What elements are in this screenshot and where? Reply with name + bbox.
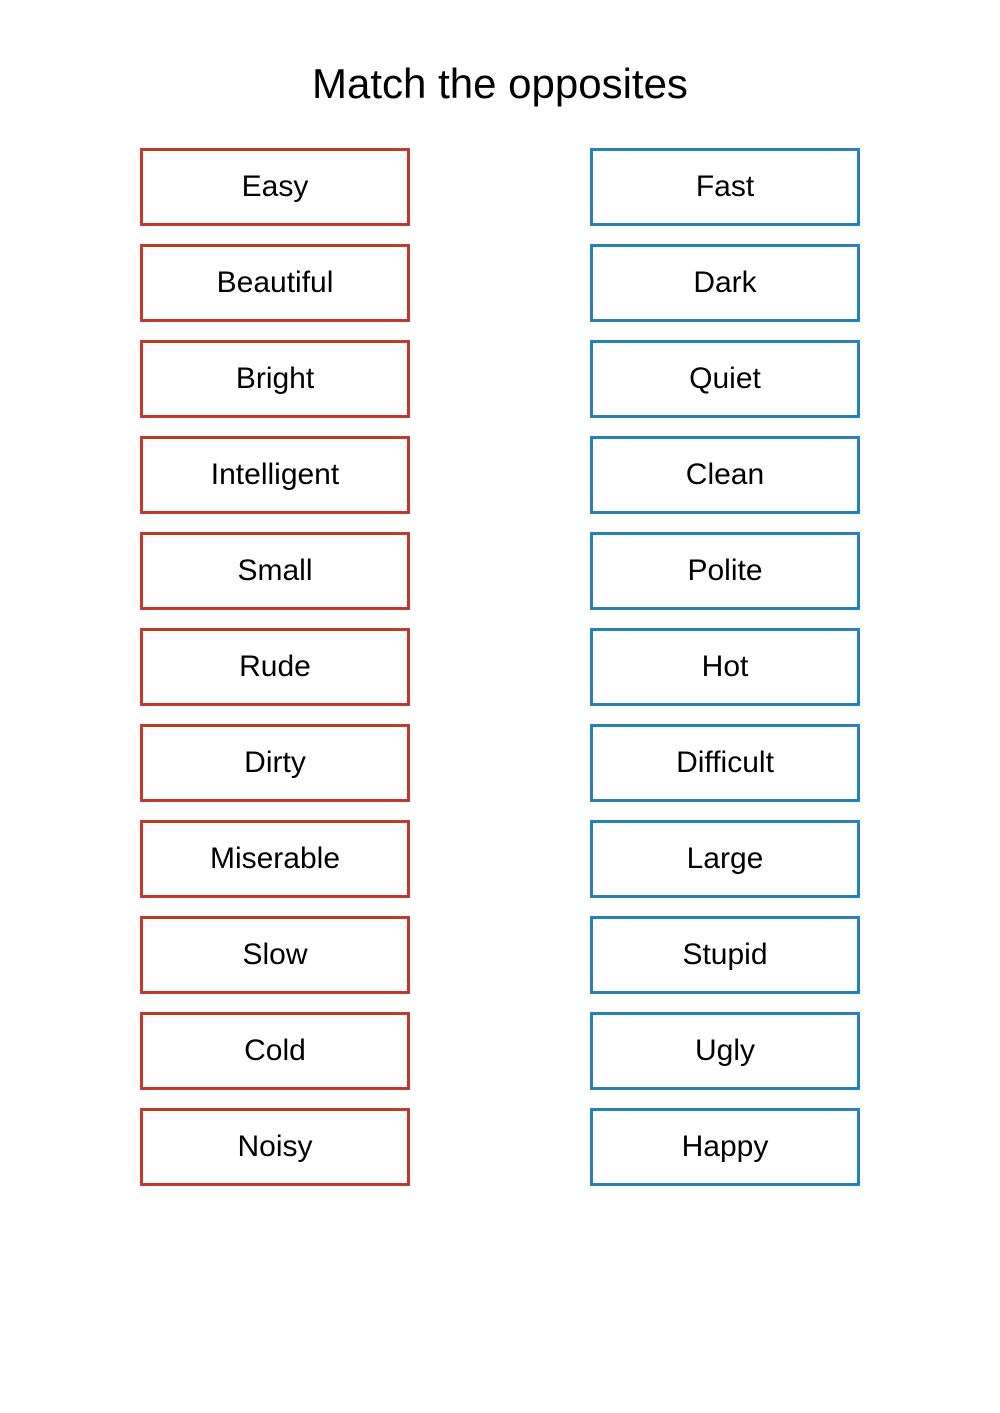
left-word-box[interactable]: Slow: [140, 916, 410, 994]
match-columns: Easy Beautiful Bright Intelligent Small Rude D…: [40, 148, 960, 1186]
left-word-box[interactable]: Bright: [140, 340, 410, 418]
right-word-box[interactable]: Clean: [590, 436, 860, 514]
right-word-box[interactable]: Difficult: [590, 724, 860, 802]
left-word-box[interactable]: Beautiful: [140, 244, 410, 322]
right-word-box[interactable]: Large: [590, 820, 860, 898]
left-word-box[interactable]: Cold: [140, 1012, 410, 1090]
right-word-box[interactable]: Ugly: [590, 1012, 860, 1090]
left-word-box[interactable]: Easy: [140, 148, 410, 226]
left-word-box[interactable]: Intelligent: [140, 436, 410, 514]
left-column: Easy Beautiful Bright Intelligent Small Rude D…: [140, 148, 410, 1186]
left-word-box[interactable]: Small: [140, 532, 410, 610]
page-title: Match the opposites: [312, 60, 688, 108]
right-word-box[interactable]: Hot: [590, 628, 860, 706]
left-word-box[interactable]: Miserable: [140, 820, 410, 898]
right-word-box[interactable]: Polite: [590, 532, 860, 610]
right-word-box[interactable]: Quiet: [590, 340, 860, 418]
left-word-box[interactable]: Dirty: [140, 724, 410, 802]
right-word-box[interactable]: Dark: [590, 244, 860, 322]
right-column: Fast Dark Quiet Clean Polite Hot Difficult Larg…: [590, 148, 860, 1186]
right-word-box[interactable]: Stupid: [590, 916, 860, 994]
right-word-box[interactable]: Fast: [590, 148, 860, 226]
right-word-box[interactable]: Happy: [590, 1108, 860, 1186]
left-word-box[interactable]: Noisy: [140, 1108, 410, 1186]
left-word-box[interactable]: Rude: [140, 628, 410, 706]
